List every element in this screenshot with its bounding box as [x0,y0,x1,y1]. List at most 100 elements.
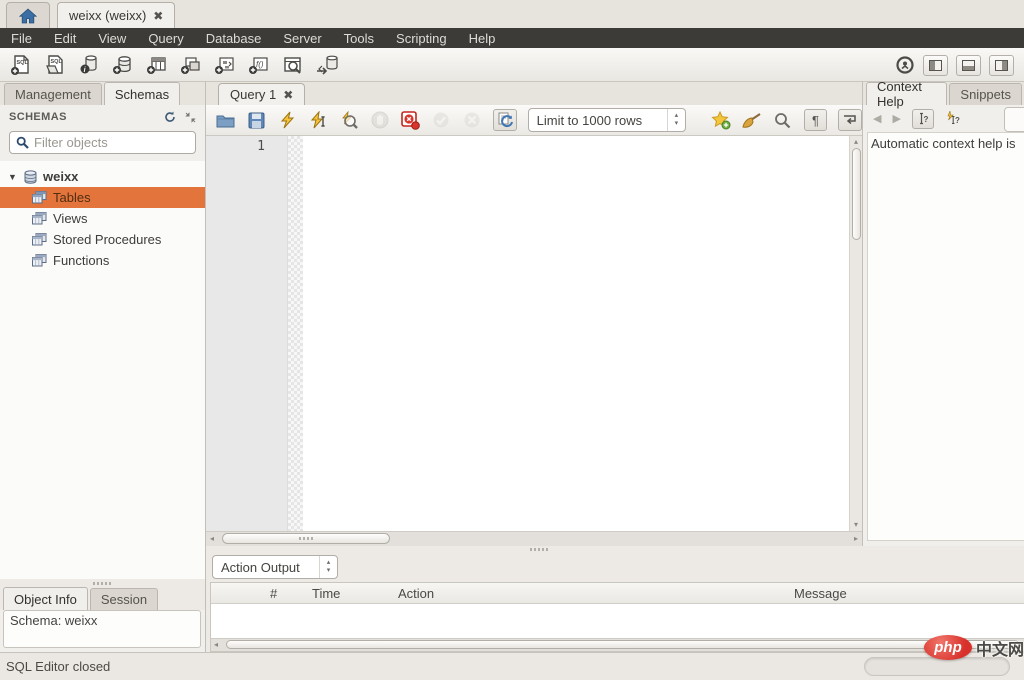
find-icon[interactable] [773,110,793,130]
tree-node-views[interactable]: Views [0,208,205,229]
help-back-icon[interactable]: ◀ [873,112,881,125]
collapse-panel-icon[interactable] [185,112,196,123]
output-scroll-left-icon[interactable]: ◂ [214,641,218,649]
status-text: SQL Editor closed [6,659,110,674]
commit-icon [431,110,451,130]
tree-node-tables[interactable]: Tables [0,187,205,208]
help-toolbar: ◀ ▶ ? ? [863,105,1024,132]
center-area: Query 1 ✖ [206,82,1024,652]
bottom-panel-glyph [962,60,975,71]
dropdown-spinner-icon[interactable]: ▴▾ [667,109,685,131]
menu-item-tools[interactable]: Tools [333,29,385,48]
output-col-message[interactable]: Message [787,586,1024,601]
pilcrow-icon: ¶ [812,113,819,128]
open-file-icon[interactable] [216,110,236,130]
show-invisibles-button[interactable]: ¶ [804,109,828,131]
editor-column: Query 1 ✖ [206,82,862,546]
output-table-body[interactable] [211,604,1024,638]
output-table-header: # Time Action Message [211,583,1024,604]
toggle-wrap-button[interactable] [838,109,862,131]
search-data-icon[interactable] [280,52,306,78]
explain-icon[interactable] [339,110,359,130]
tab-context-help[interactable]: Context Help [866,82,947,105]
toolbar-right-group [895,48,1014,82]
close-icon[interactable]: ✖ [153,10,163,22]
output-col-time[interactable]: Time [305,586,391,601]
menu-item-view[interactable]: View [87,29,137,48]
menu-item-file[interactable]: File [0,29,43,48]
home-tab[interactable] [6,2,50,28]
open-sql-script-icon[interactable]: SQL [42,52,68,78]
limit-rows-dropdown[interactable]: Limit to 1000 rows ▴▾ [528,108,686,132]
create-schema-icon[interactable] [110,52,136,78]
tab-management[interactable]: Management [4,83,102,105]
tree-node-stored-procedures[interactable]: Stored Procedures [0,229,205,250]
create-table-icon[interactable] [144,52,170,78]
help-forward-icon[interactable]: ▶ [892,112,900,125]
toggle-left-panel-button[interactable] [923,55,948,76]
beautify-icon[interactable] [742,110,762,130]
mysql-workbench-window: weixx (weixx) ✖ File Edit View Query Dat… [0,0,1024,680]
toggle-right-panel-button[interactable] [989,55,1014,76]
output-selector-spinner-icon[interactable]: ▴▾ [319,556,337,578]
menu-item-query[interactable]: Query [137,29,194,48]
tab-snippets[interactable]: Snippets [949,83,1022,105]
inspector-icon[interactable]: i [76,52,102,78]
action-output-table: # Time Action Message ◂ [210,582,1024,652]
filter-input[interactable] [34,135,189,150]
tab-session[interactable]: Session [90,588,158,610]
automatic-context-help-icon[interactable]: ? [945,111,960,126]
scroll-left-icon[interactable]: ◂ [210,535,214,543]
reconnect-dbms-icon[interactable] [314,52,340,78]
save-snippet-icon[interactable] [711,110,731,130]
refresh-icon[interactable] [164,111,176,123]
tree-node-schema[interactable]: ▼ weixx [0,166,205,187]
svg-text:?: ? [924,115,929,124]
execute-current-statement-icon[interactable] [308,110,328,130]
output-selector-dropdown[interactable]: Action Output ▴▾ [212,555,338,579]
output-col-num[interactable]: # [263,586,305,601]
scroll-right-icon[interactable]: ▸ [854,535,858,543]
filter-row [0,129,205,161]
menu-item-scripting[interactable]: Scripting [385,29,458,48]
stop-on-error-toggle-icon[interactable] [401,110,421,130]
help-extra-button[interactable] [1004,107,1024,132]
help-text: Automatic context help is [871,136,1016,151]
tab-object-info[interactable]: Object Info [3,587,88,610]
object-info-tabs: Object Info Session [0,588,205,610]
output-scroll-thumb[interactable] [226,640,1019,649]
menu-item-server[interactable]: Server [272,29,332,48]
create-procedure-icon[interactable] [212,52,238,78]
sql-editor[interactable]: 1 ▴ ▾ [206,136,862,531]
tree-node-functions[interactable]: Functions [0,250,205,271]
editor-margin [288,136,303,531]
create-view-icon[interactable] [178,52,204,78]
connection-tab[interactable]: weixx (weixx) ✖ [57,2,175,28]
menu-item-database[interactable]: Database [195,29,273,48]
expander-icon[interactable]: ▼ [8,172,18,182]
vertical-scroll-thumb[interactable] [852,148,861,240]
execute-icon[interactable] [278,110,298,130]
context-help-at-cursor-button[interactable]: ? [912,109,934,129]
status-circle-icon [895,55,915,75]
new-sql-tab-icon[interactable]: SQL [8,52,34,78]
query-tab[interactable]: Query 1 ✖ [218,83,305,105]
editor-vertical-scrollbar[interactable]: ▴ ▾ [849,136,862,531]
horizontal-scroll-thumb[interactable] [222,533,390,544]
toggle-autocommit-button[interactable] [493,109,517,131]
menu-item-help[interactable]: Help [458,29,507,48]
query-tab-close-icon[interactable]: ✖ [283,89,293,101]
tab-schemas[interactable]: Schemas [104,82,180,105]
scroll-down-icon[interactable]: ▾ [854,521,858,529]
output-horizontal-scrollbar[interactable]: ◂ [211,638,1024,651]
editor-text-area[interactable] [303,136,849,531]
editor-toolbar: Limit to 1000 rows ▴▾ [206,105,862,136]
menu-item-edit[interactable]: Edit [43,29,87,48]
toggle-bottom-panel-button[interactable] [956,55,981,76]
save-icon[interactable] [247,110,267,130]
scroll-up-icon[interactable]: ▴ [854,138,858,146]
output-col-action[interactable]: Action [391,586,787,601]
rollback-icon [462,110,482,130]
editor-horizontal-scrollbar[interactable]: ◂ ▸ [206,531,862,546]
create-function-icon[interactable]: f() [246,52,272,78]
